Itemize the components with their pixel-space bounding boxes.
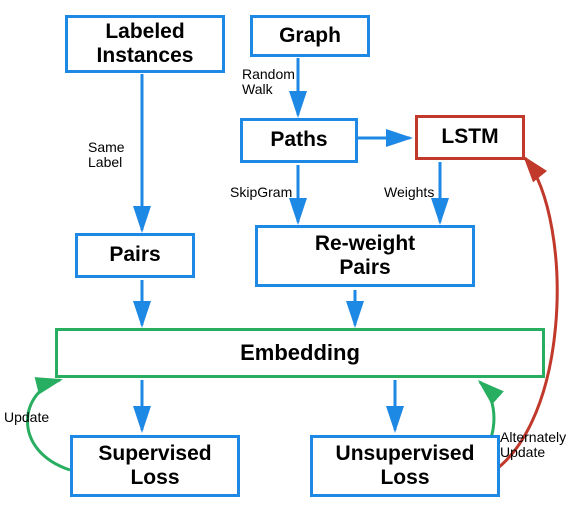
label-skipgram: SkipGram bbox=[230, 185, 292, 200]
node-paths: Paths bbox=[240, 118, 358, 163]
node-graph: Graph bbox=[250, 15, 370, 57]
label-same-label: Same Label bbox=[88, 140, 125, 171]
node-pairs: Pairs bbox=[75, 233, 195, 278]
node-lstm: LSTM bbox=[415, 115, 525, 160]
node-labeled-instances: Labeled Instances bbox=[65, 15, 225, 73]
label-update: Update bbox=[4, 410, 49, 425]
node-unsupervised-loss: Unsupervised Loss bbox=[310, 435, 500, 497]
node-supervised-loss: Supervised Loss bbox=[70, 435, 240, 497]
label-alt-update: Alternately Update bbox=[500, 430, 566, 461]
node-reweight-pairs: Re-weight Pairs bbox=[255, 225, 475, 287]
label-weights: Weights bbox=[384, 185, 434, 200]
node-embedding: Embedding bbox=[55, 328, 545, 378]
label-random-walk: Random Walk bbox=[242, 67, 295, 98]
